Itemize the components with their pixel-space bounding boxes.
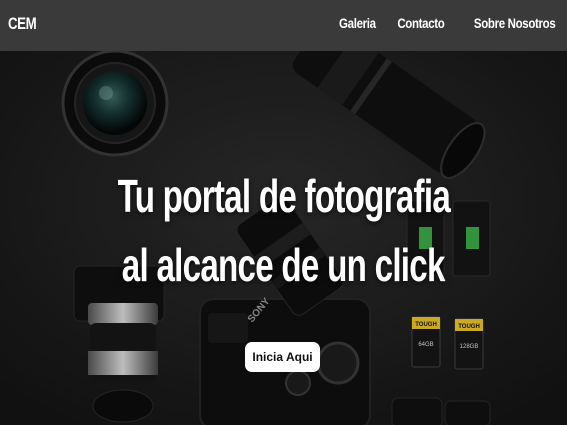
- headline-line-1: Tu portal de fotografia: [117, 170, 450, 222]
- nav-links: Galeria Contacto Sobre Nosotros: [331, 15, 555, 31]
- hero-section: TOUGH 64GB TOUGH 128GB SONY Tu portal de…: [0, 51, 567, 425]
- inicia-aqui-button[interactable]: Inicia Aqui: [245, 342, 320, 372]
- headline-line-2: al alcance de un click: [122, 239, 446, 291]
- brand-logo[interactable]: CEM: [8, 14, 37, 34]
- top-navbar: CEM Galeria Contacto Sobre Nosotros: [0, 0, 567, 51]
- nav-link-sobre-nosotros[interactable]: Sobre Nosotros: [473, 15, 555, 31]
- hero-headline: Tu portal de fotografia al alcance de un…: [0, 162, 567, 300]
- nav-link-galeria[interactable]: Galeria: [339, 15, 376, 31]
- nav-link-contacto[interactable]: Contacto: [397, 15, 444, 31]
